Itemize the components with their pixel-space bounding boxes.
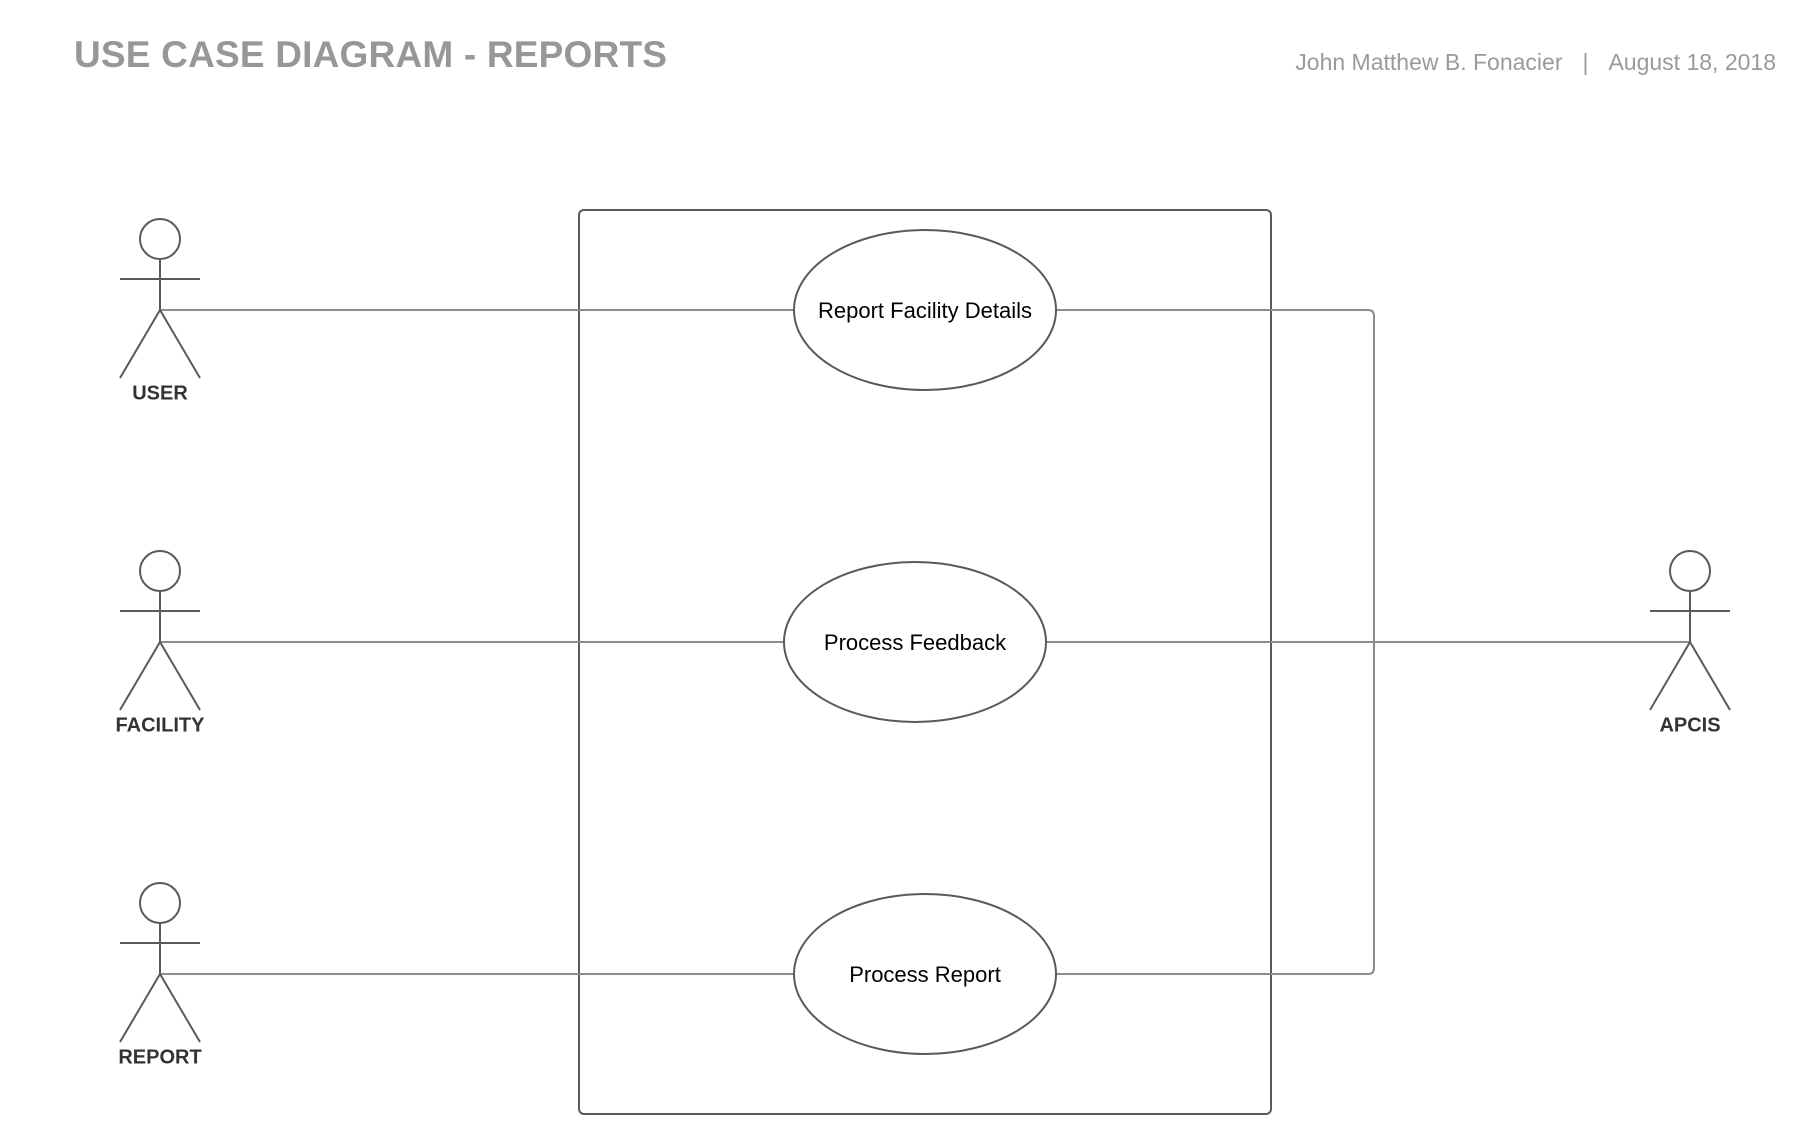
actor-label-facility: FACILITY bbox=[116, 714, 206, 736]
actor-head-icon bbox=[139, 882, 181, 924]
actor-head-icon bbox=[1669, 550, 1711, 592]
connector-report-facility-details-apcis bbox=[1056, 309, 1375, 642]
usecase-process-feedback: Process Feedback bbox=[783, 561, 1047, 723]
actor-label-apcis: APCIS bbox=[1659, 714, 1720, 736]
usecase-label-process-feedback: Process Feedback bbox=[824, 630, 1007, 655]
actor-head-icon bbox=[139, 218, 181, 260]
actor-apcis bbox=[1649, 550, 1731, 711]
connector-process-report-apcis bbox=[1056, 642, 1375, 975]
usecase-process-report: Process Report bbox=[793, 893, 1057, 1055]
actor-user bbox=[119, 218, 201, 379]
actor-label-report: REPORT bbox=[118, 1046, 201, 1068]
actor-head-icon bbox=[139, 550, 181, 592]
usecase-report-facility-details: Report Facility Details bbox=[793, 229, 1057, 391]
actor-report bbox=[119, 882, 201, 1043]
usecase-label-report-facility-details: Report Facility Details bbox=[818, 298, 1032, 323]
actor-facility bbox=[119, 550, 201, 711]
actor-label-user: USER bbox=[132, 382, 188, 404]
usecase-label-process-report: Process Report bbox=[849, 962, 1001, 987]
use-case-diagram: Report Facility Details Process Feedback… bbox=[116, 209, 1731, 1115]
